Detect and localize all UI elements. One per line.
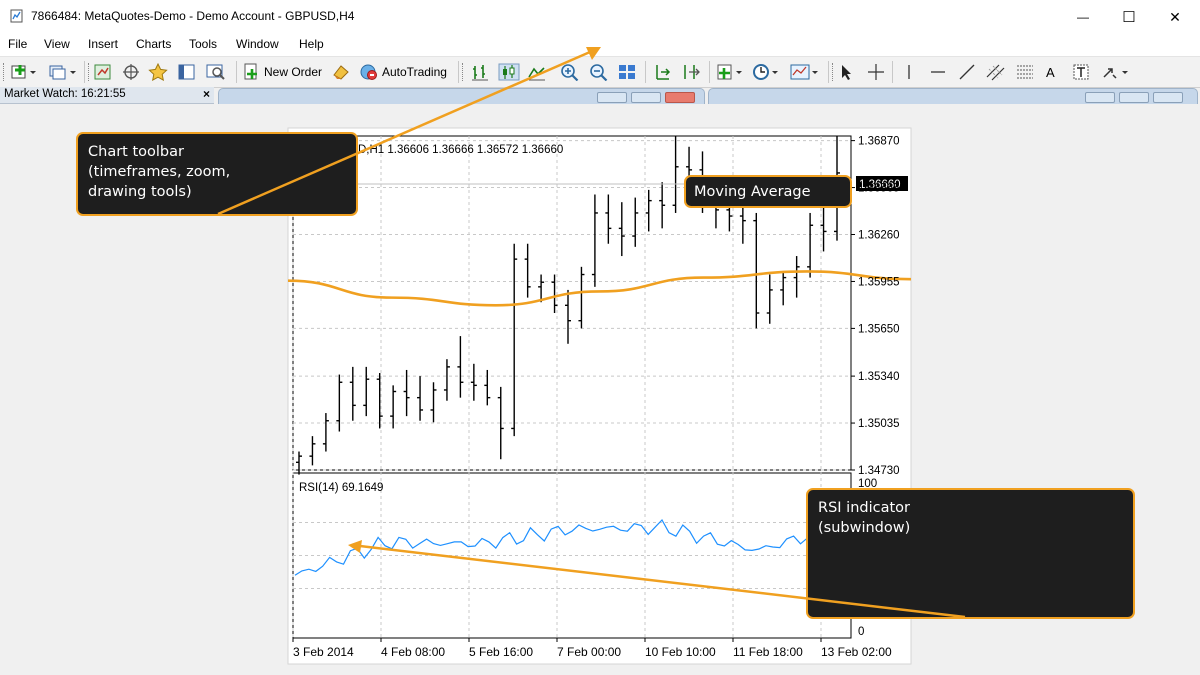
price-tick-label: 1.35955: [858, 276, 900, 288]
price-tick-label: 1.36870: [858, 136, 900, 148]
price-tick-label: 1.36260: [858, 230, 900, 242]
price-tick-label: 1.35340: [858, 371, 900, 383]
time-tick-label: 10 Feb 10:00: [645, 645, 716, 659]
time-tick-label: 4 Feb 08:00: [381, 645, 445, 659]
price-tick-label: 1.36565: [858, 183, 900, 195]
time-tick-label: 3 Feb 2014: [293, 645, 354, 659]
rsi-label: RSI(14) 69.1649: [299, 482, 383, 494]
moving-average-callout: Moving Average: [684, 175, 852, 208]
callout-line: drawing tools): [88, 184, 192, 200]
callout-line: (subwindow): [818, 520, 911, 536]
callout-line: Moving Average: [694, 184, 811, 200]
toolbar-callout: Chart toolbar (timeframes, zoom, drawing…: [76, 132, 358, 216]
price-tick-label: 1.34730: [858, 465, 900, 477]
chart-header: D,H1 1.36606 1.36666 1.36572 1.36660: [358, 144, 563, 156]
callout-line: Chart toolbar: [88, 144, 184, 160]
time-tick-label: 5 Feb 16:00: [469, 645, 533, 659]
price-tick-label: 1.35650: [858, 323, 900, 335]
price-tick-label: 1.35035: [858, 418, 900, 430]
time-tick-label: 13 Feb 02:00: [821, 645, 892, 659]
rsi-callout: RSI indicator (subwindow): [806, 488, 1135, 619]
time-tick-label: 7 Feb 00:00: [557, 645, 621, 659]
time-tick-label: 11 Feb 18:00: [733, 645, 803, 659]
callout-line: (timeframes, zoom,: [88, 164, 231, 180]
rsi-tick-label: 0: [858, 626, 864, 638]
callout-line: RSI indicator: [818, 500, 910, 516]
